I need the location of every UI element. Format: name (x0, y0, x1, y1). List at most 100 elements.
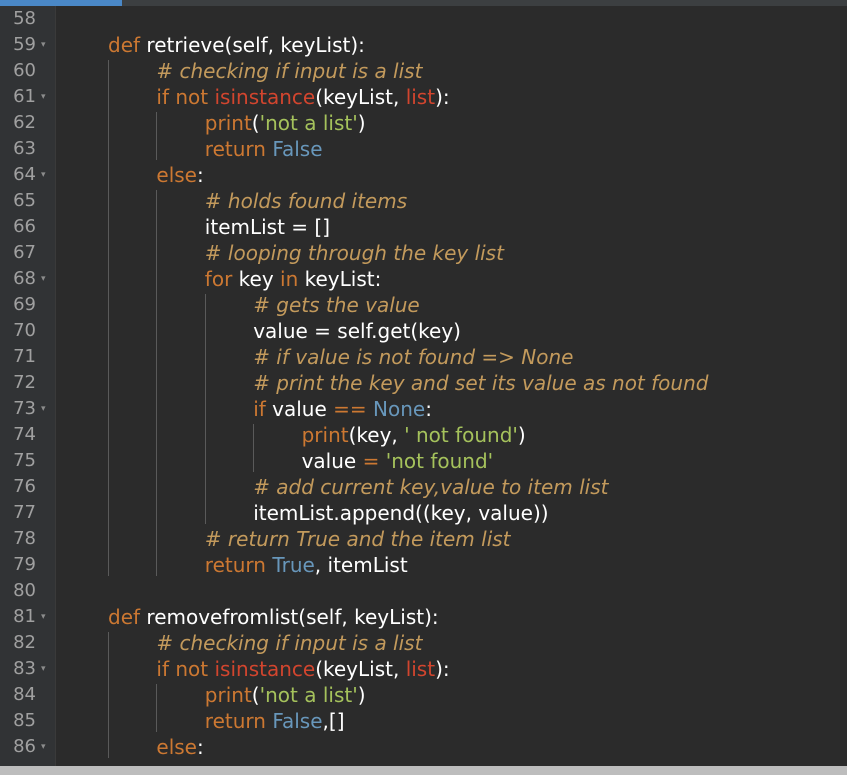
code-text: else: (156, 162, 203, 188)
code-token: ,[] (322, 709, 345, 733)
code-line[interactable]: 73 ▾ if value == None: (0, 396, 847, 422)
code-text: # add current key,value to item list (253, 474, 608, 500)
code-line[interactable]: 60 # checking if input is a list (0, 58, 847, 84)
code-text: # checking if input is a list (156, 630, 422, 656)
code-token: return (204, 709, 266, 733)
code-token: if (156, 85, 169, 109)
line-number: 84 (13, 684, 36, 705)
code-text: print('not a list') (205, 110, 366, 136)
code-line[interactable]: 58 (0, 6, 847, 32)
code-line[interactable]: 72 # print the key and set its value as n… (0, 370, 847, 396)
code-token: ) (517, 423, 526, 447)
code-token: ' not found' (404, 423, 518, 447)
code-token: if (156, 657, 169, 681)
code-text: # holds found items (205, 188, 407, 214)
code-text: # checking if input is a list (156, 58, 422, 84)
code-line[interactable]: 65 # holds found items (0, 188, 847, 214)
code-line[interactable]: 81 ▾ def removefromlist(self, keyList): (0, 604, 847, 630)
code-line[interactable]: 76 # add current key,value to item list (0, 474, 847, 500)
code-token: isinstance (214, 657, 316, 681)
code-line[interactable]: 78 # return True and the item list (0, 526, 847, 552)
code-line[interactable]: 80 (0, 578, 847, 604)
code-line[interactable]: 84 print('not a list') (0, 682, 847, 708)
code-line[interactable]: 75 value = 'not found' (0, 448, 847, 474)
line-number: 83 (13, 658, 36, 679)
line-number: 81 (13, 606, 36, 627)
code-line[interactable]: 63 return False (0, 136, 847, 162)
code-token: if (253, 397, 266, 421)
code-text: value = self.get(key) (253, 318, 461, 344)
indent-guide (108, 632, 109, 758)
code-token: # gets the value (253, 293, 420, 317)
code-token: False (272, 709, 323, 733)
line-number: 72 (13, 372, 36, 393)
fold-toggle-icon[interactable]: ▾ (41, 266, 51, 292)
code-token: else (156, 163, 197, 187)
code-text: # print the key and set its value as not… (253, 370, 708, 396)
code-token: return (204, 137, 266, 161)
code-line[interactable]: 79 return True, itemList (0, 552, 847, 578)
code-line[interactable]: 62 print('not a list') (0, 110, 847, 136)
indent-guide (156, 190, 158, 576)
code-token: 'not found' (385, 449, 494, 473)
code-text: return False,[] (205, 708, 345, 734)
code-text: return False (205, 136, 323, 162)
code-line[interactable]: 67 # looping through the key list (0, 240, 847, 266)
code-token: , itemList (314, 553, 408, 577)
fold-toggle-icon[interactable]: ▾ (41, 656, 51, 682)
code-token: = (362, 449, 380, 473)
code-token: else (156, 735, 197, 759)
code-line[interactable]: 64 ▾ else: (0, 162, 847, 188)
code-editor[interactable]: 58 59 ▾ def retrieve(self, keyList): 60 # che… (0, 0, 847, 775)
code-text: if not isinstance(keyList, list): (156, 656, 449, 682)
code-token: True (272, 553, 315, 577)
code-line[interactable]: 68 ▾ for key in keyList: (0, 266, 847, 292)
fold-toggle-icon[interactable]: ▾ (41, 32, 51, 58)
code-line[interactable]: 85 return False,[] (0, 708, 847, 734)
code-token: : (425, 397, 432, 421)
horizontal-scrollbar[interactable] (0, 766, 847, 775)
code-token: # checking if input is a list (156, 59, 423, 83)
fold-toggle-icon[interactable]: ▾ (41, 396, 51, 422)
fold-toggle-icon[interactable]: ▾ (41, 84, 51, 110)
code-token: not (175, 657, 209, 681)
line-number: 77 (13, 502, 36, 523)
code-token: # return True and the item list (204, 527, 511, 551)
code-line[interactable]: 71 # if value is not found => None (0, 344, 847, 370)
code-text: if value == None: (253, 396, 432, 422)
code-token: keyList: (298, 267, 382, 291)
code-token: return (204, 553, 266, 577)
code-token: for (204, 267, 233, 291)
code-line[interactable]: 66 itemList = [] (0, 214, 847, 240)
code-token: None (373, 397, 426, 421)
code-line[interactable]: 74 print(key, ' not found') (0, 422, 847, 448)
fold-toggle-icon[interactable]: ▾ (41, 604, 51, 630)
line-number: 58 (13, 8, 36, 29)
code-token: ( (251, 111, 260, 135)
code-line[interactable]: 83 ▾ if not isinstance(keyList, list): (0, 656, 847, 682)
line-number: 85 (13, 710, 36, 731)
line-number: 65 (13, 190, 36, 211)
fold-toggle-icon[interactable]: ▾ (41, 734, 51, 760)
code-line[interactable]: 86 ▾ else: (0, 734, 847, 760)
code-token: ) (357, 683, 366, 707)
code-token: value (265, 397, 334, 421)
code-line[interactable]: 77 itemList.append((key, value)) (0, 500, 847, 526)
code-line[interactable]: 59 ▾ def retrieve(self, keyList): (0, 32, 847, 58)
line-number: 67 (13, 242, 36, 263)
code-token: print (301, 423, 349, 447)
code-line[interactable]: 82 # checking if input is a list (0, 630, 847, 656)
code-token: ): (435, 657, 450, 681)
indent-guide (156, 684, 158, 732)
code-line[interactable]: 61 ▾ if not isinstance(keyList, list): (0, 84, 847, 110)
line-number: 82 (13, 632, 36, 653)
code-token: ( (251, 683, 260, 707)
fold-toggle-icon[interactable]: ▾ (41, 162, 51, 188)
code-text: else: (156, 734, 203, 760)
code-line[interactable]: 69 # gets the value (0, 292, 847, 318)
line-number: 76 (13, 476, 36, 497)
code-line[interactable]: 70 value = self.get(key) (0, 318, 847, 344)
code-token: # add current key,value to item list (253, 475, 609, 499)
code-token: ): (435, 85, 450, 109)
code-token: value = self.get(key) (253, 319, 461, 343)
